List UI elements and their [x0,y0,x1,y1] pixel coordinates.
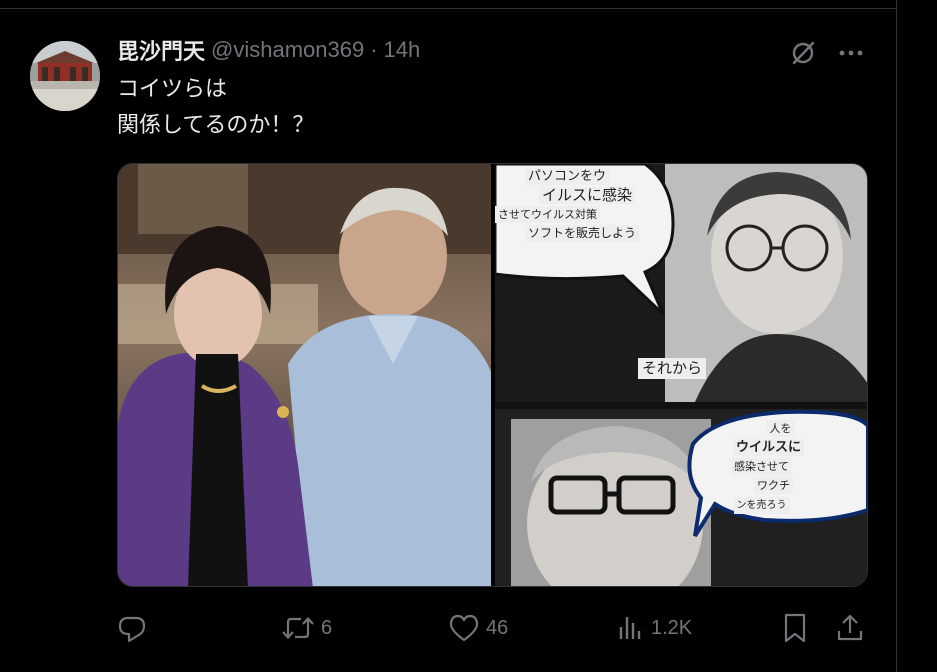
like-icon [449,614,479,642]
caption-text: それから [638,358,707,379]
like-button[interactable]: 46 [448,610,508,646]
avatar-image [30,41,100,111]
views-button[interactable]: 1.2K [617,610,692,646]
comic-bubble-1: パソコンをウ イルスに感染 させてウイルス対策 ソフトを販売しよう [495,168,640,244]
caption-text: イルスに感染 [539,187,636,204]
more-button[interactable] [834,36,868,70]
avatar[interactable] [30,41,100,111]
caption-text: させてウイルス対策 [495,206,600,223]
caption-text: ワクチ [754,477,793,494]
caption-text: 感染させて [731,458,792,475]
caption-text: 人を [766,420,795,437]
retweet-icon [282,617,314,639]
media-photo-right[interactable]: パソコンをウ イルスに感染 させてウイルス対策 ソフトを販売しよう それから 人… [495,164,867,586]
handle[interactable]: @vishamon369 [211,37,364,63]
more-icon [839,50,863,56]
tweet-text-line: 関係してるのか！？ [117,113,315,138]
grok-button[interactable] [786,36,820,70]
tweet-header: 毘沙門天 @vishamon369 · 14h [117,34,421,66]
separator-dot: · [370,37,378,62]
caption-text: ソフトを販売しよう [525,225,640,242]
share-icon [837,614,863,641]
like-count: 46 [486,616,509,639]
share-button[interactable] [835,610,865,646]
comic-bubble-2: 人を ウイルスに 感染させて ワクチ ンを売ろう [731,420,805,516]
bookmark-button[interactable] [781,610,809,646]
timestamp[interactable]: 14h [384,37,421,63]
grok-icon [792,41,815,65]
reply-button[interactable] [117,610,153,646]
reply-icon [118,616,146,643]
photo-two-people [118,164,491,586]
tweet-text-line: コイツらは [117,77,228,102]
caption-text: パソコンをウ [525,168,610,185]
views-count: 1.2K [651,616,693,639]
comic-caption-mid: それから [638,358,707,381]
retweet-count: 6 [321,616,333,639]
tweet-text: コイツらは 関係してるのか！？ [117,72,314,144]
top-border [0,0,897,9]
caption-text: ンを売ろう [733,497,790,514]
views-icon [619,617,641,639]
display-name[interactable]: 毘沙門天 [117,34,205,66]
side-column [897,0,937,672]
tweet[interactable]: 毘沙門天 @vishamon369 · 14h コイツらは 関係してるのか！？ [0,10,896,672]
media-grid: パソコンをウ イルスに感染 させてウイルス対策 ソフトを販売しよう それから 人… [117,163,868,587]
bookmark-icon [784,613,806,643]
action-bar: 6 46 1.2K [117,610,868,646]
retweet-button[interactable]: 6 [281,610,332,646]
caption-text: ウイルスに [733,439,805,456]
media-photo-left[interactable] [118,164,491,586]
